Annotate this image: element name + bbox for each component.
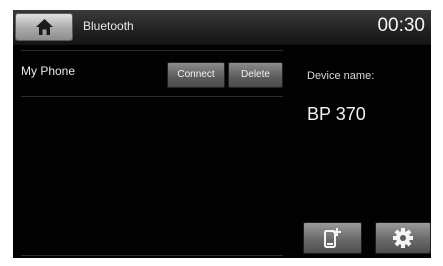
settings-button[interactable] bbox=[375, 222, 431, 254]
device-name-value: BP 370 bbox=[307, 104, 366, 124]
home-icon bbox=[36, 19, 53, 35]
list-divider bbox=[21, 50, 283, 51]
connect-button[interactable]: Connect bbox=[167, 62, 225, 88]
bluetooth-screen: Bluetooth 00:30 My Phone Connect Delete … bbox=[13, 10, 431, 258]
list-divider bbox=[21, 96, 283, 97]
gear-icon bbox=[393, 228, 413, 248]
page-title: Bluetooth bbox=[83, 19, 134, 33]
list-divider bbox=[21, 255, 283, 256]
add-device-button[interactable] bbox=[303, 222, 362, 254]
phone-add-icon bbox=[323, 228, 341, 248]
device-name: My Phone bbox=[21, 64, 76, 78]
home-button[interactable] bbox=[15, 13, 73, 41]
header-bar: Bluetooth 00:30 bbox=[13, 10, 431, 46]
delete-button[interactable]: Delete bbox=[228, 62, 283, 88]
device-list: My Phone Connect Delete bbox=[21, 50, 283, 256]
clock: 00:30 bbox=[377, 15, 425, 36]
list-item[interactable]: My Phone Connect Delete bbox=[21, 58, 283, 96]
device-name-label: Device name: bbox=[307, 70, 375, 82]
